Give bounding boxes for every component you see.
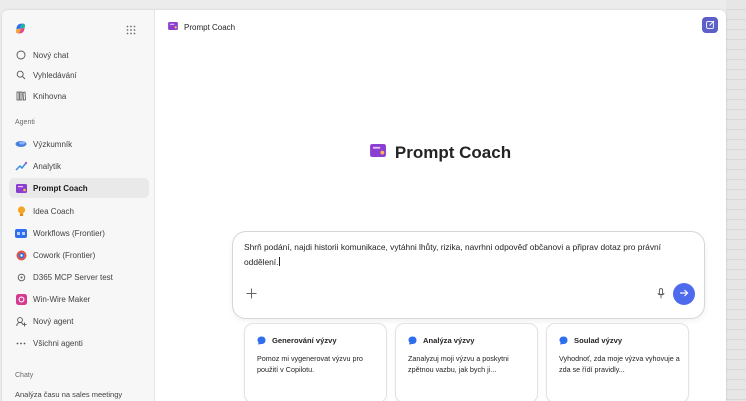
- more-icon: [14, 336, 28, 350]
- copilot-window: Nový chat Vyhledávání Knihovna Agenti Vý…: [2, 10, 726, 401]
- copilot-chat-icon: [408, 336, 417, 345]
- header-title: Prompt Coach: [184, 22, 236, 32]
- search-icon: [14, 68, 28, 82]
- prompt-coach-icon: [369, 144, 386, 162]
- researcher-icon: [14, 137, 28, 151]
- composer-text: Shrň podání, najdi historii komunikace, …: [244, 242, 661, 267]
- card-description: Pomoz mi vygenerovat výzvu pro použití v…: [257, 354, 363, 374]
- sidebar-item-label: Nový chat: [33, 50, 69, 60]
- sidebar-item-label: Workflows (Frontier): [33, 228, 105, 238]
- chat-history-item[interactable]: Analýza času na sales meetingy: [15, 390, 122, 399]
- sidebar-item-workflows[interactable]: Workflows (Frontier): [9, 223, 149, 243]
- header: Prompt Coach: [168, 22, 235, 32]
- sidebar-item-new-agent[interactable]: Nový agent: [9, 311, 149, 331]
- sidebar-item-label: Prompt Coach: [33, 183, 88, 193]
- plus-icon: [246, 286, 257, 304]
- card-header: Generování výzvy: [257, 336, 337, 345]
- sidebar-item-label: Vyhledávání: [33, 70, 77, 80]
- sidebar: Nový chat Vyhledávání Knihovna Agenti Vý…: [2, 10, 155, 401]
- sidebar-item-all-agents[interactable]: Všichni agenti: [9, 333, 149, 353]
- composer-input[interactable]: Shrň podání, najdi historii komunikace, …: [244, 240, 684, 270]
- window-edge: [726, 0, 746, 401]
- sidebar-header: [14, 20, 142, 40]
- add-attachment-button[interactable]: [244, 288, 258, 302]
- new-chat-button[interactable]: [702, 17, 718, 33]
- sidebar-item-new-chat[interactable]: Nový chat: [9, 45, 149, 65]
- sidebar-item-d365[interactable]: D365 MCP Server test: [9, 267, 149, 287]
- arrow-right-icon: [679, 285, 689, 303]
- sidebar-item-label: Idea Coach: [33, 206, 74, 216]
- compose-icon: [705, 16, 715, 34]
- send-button[interactable]: [673, 283, 695, 305]
- d365-icon: [14, 270, 28, 284]
- text-caret: [279, 257, 281, 266]
- suggestion-card-generate[interactable]: Generování výzvy Pomoz mi vygenerovat vý…: [244, 323, 387, 401]
- microphone-button[interactable]: [654, 288, 668, 302]
- card-header: Soulad výzvy: [559, 336, 622, 345]
- hero-title: Prompt Coach: [394, 143, 512, 162]
- library-icon: [14, 89, 28, 103]
- sidebar-item-analyst[interactable]: Analytik: [9, 156, 149, 176]
- sidebar-item-idea-coach[interactable]: Idea Coach: [9, 201, 149, 221]
- suggestion-card-analyze[interactable]: Analýza výzvy Zanalyzuj moji výzvu a pos…: [395, 323, 538, 401]
- hero: Prompt Coach: [155, 143, 726, 163]
- message-composer[interactable]: Shrň podání, najdi historii komunikace, …: [232, 231, 705, 319]
- card-header: Analýza výzvy: [408, 336, 475, 345]
- card-title: Generování výzvy: [272, 336, 337, 345]
- sidebar-item-prompt-coach[interactable]: Prompt Coach: [9, 178, 149, 198]
- sidebar-item-search[interactable]: Vyhledávání: [9, 65, 149, 85]
- sidebar-item-library[interactable]: Knihovna: [9, 86, 149, 106]
- prompt-coach-icon: [168, 22, 178, 32]
- apps-grid-icon[interactable]: [126, 22, 136, 40]
- sidebar-item-researcher[interactable]: Výzkumník: [9, 134, 149, 154]
- sidebar-item-label: Analytik: [33, 161, 62, 171]
- card-description: Zanalyzuj moji výzvu a poskytni zpětnou …: [408, 354, 509, 374]
- sidebar-item-label: D365 MCP Server test: [33, 272, 113, 282]
- sidebar-item-label: Cowork (Frontier): [33, 250, 96, 260]
- sidebar-item-label: Všichni agenti: [33, 338, 83, 348]
- sidebar-item-win-wire[interactable]: Win-Wire Maker: [9, 289, 149, 309]
- new-agent-icon: [14, 314, 28, 328]
- sidebar-item-label: Win-Wire Maker: [33, 294, 91, 304]
- lightbulb-icon: [14, 204, 28, 218]
- copilot-chat-icon: [559, 336, 568, 345]
- microphone-icon: [657, 286, 665, 304]
- sidebar-item-label: Nový agent: [33, 316, 74, 326]
- chats-section-label: Chaty: [15, 372, 34, 379]
- copilot-chat-icon: [257, 336, 266, 345]
- workflows-icon: [14, 226, 28, 240]
- agents-section-label: Agenti: [15, 119, 35, 126]
- cowork-icon: [14, 248, 28, 262]
- sidebar-item-label: Knihovna: [33, 91, 67, 101]
- card-title: Analýza výzvy: [423, 336, 475, 345]
- analyst-icon: [14, 159, 28, 173]
- prompt-coach-icon: [14, 181, 28, 195]
- card-description: Vyhodnoť, zda moje výzva vyhovuje a zda …: [559, 354, 680, 374]
- card-title: Soulad výzvy: [574, 336, 623, 345]
- sidebar-item-cowork[interactable]: Cowork (Frontier): [9, 245, 149, 265]
- chat-bubble-icon: [14, 48, 28, 62]
- suggestion-card-compliance[interactable]: Soulad výzvy Vyhodnoť, zda moje výzva vy…: [546, 323, 689, 401]
- sidebar-item-label: Výzkumník: [33, 139, 73, 149]
- copilot-logo-icon[interactable]: [14, 22, 27, 40]
- winwire-icon: [14, 292, 28, 306]
- main-area: Prompt Coach Prompt Coach Shrň podání, n…: [155, 10, 726, 401]
